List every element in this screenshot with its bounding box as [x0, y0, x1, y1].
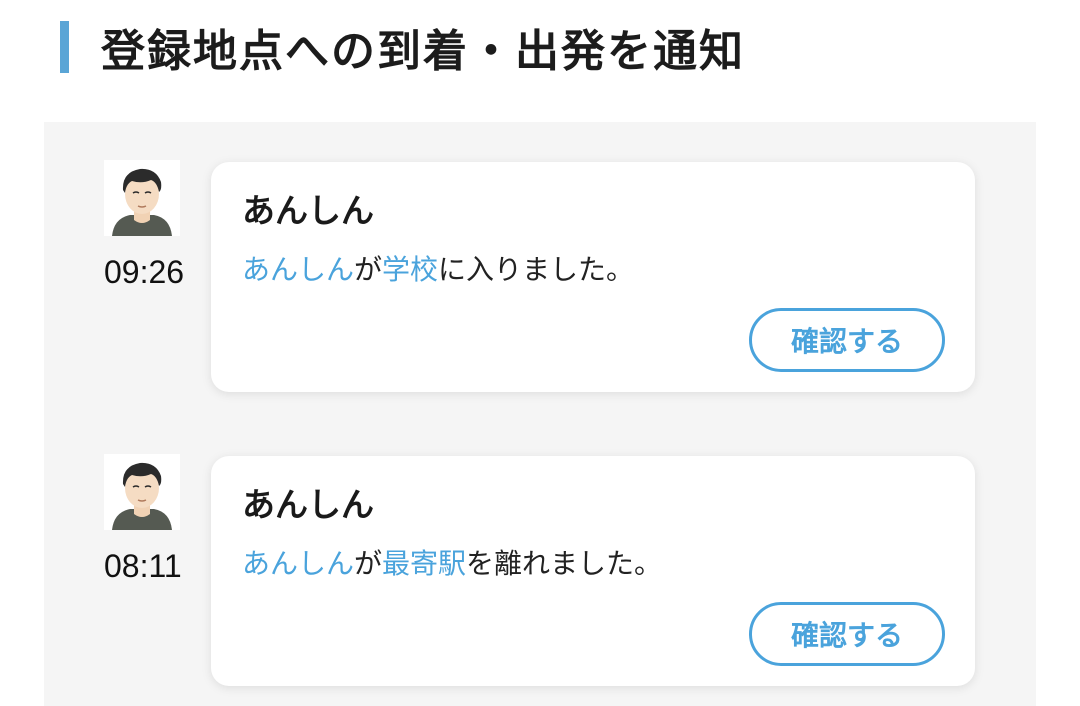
notification-title: あんしん: [242, 485, 374, 524]
notification-item: 09:26 あんしん あんしんが学校に入りました。 確認する: [44, 122, 1036, 392]
section-heading: 登録地点への到着・出発を通知: [60, 18, 745, 77]
subject-link[interactable]: あんしん: [242, 547, 354, 580]
message-rest: に入りました。: [438, 253, 635, 286]
message-rest: を離れました。: [466, 547, 663, 580]
page-title: 登録地点への到着・出発を通知: [101, 26, 745, 77]
message-particle: が: [354, 547, 383, 580]
notification-time: 09:26: [104, 254, 185, 290]
notification-card: あんしん あんしんが学校に入りました。 確認する: [211, 162, 975, 392]
notification-panel: 09:26 あんしん あんしんが学校に入りました。 確認する 08:11 あんし…: [44, 122, 1036, 706]
avatar: [104, 160, 180, 236]
notification-item: 08:11 あんしん あんしんが最寄駅を離れました。 確認する: [44, 416, 1036, 686]
avatar: [104, 454, 180, 530]
confirm-button[interactable]: 確認する: [749, 308, 945, 372]
place-link[interactable]: 最寄駅: [382, 547, 466, 580]
subject-link[interactable]: あんしん: [242, 253, 354, 286]
notification-message: あんしんが最寄駅を離れました。: [242, 542, 662, 582]
message-particle: が: [354, 253, 383, 286]
confirm-button[interactable]: 確認する: [749, 602, 945, 666]
notification-time: 08:11: [104, 548, 182, 584]
boy-avatar-icon: [104, 454, 180, 530]
boy-avatar-icon: [104, 160, 180, 236]
notification-message: あんしんが学校に入りました。: [242, 248, 634, 288]
notification-card: あんしん あんしんが最寄駅を離れました。 確認する: [211, 456, 975, 686]
place-link[interactable]: 学校: [382, 253, 438, 286]
notification-title: あんしん: [242, 191, 374, 230]
heading-accent-bar: [60, 21, 69, 73]
